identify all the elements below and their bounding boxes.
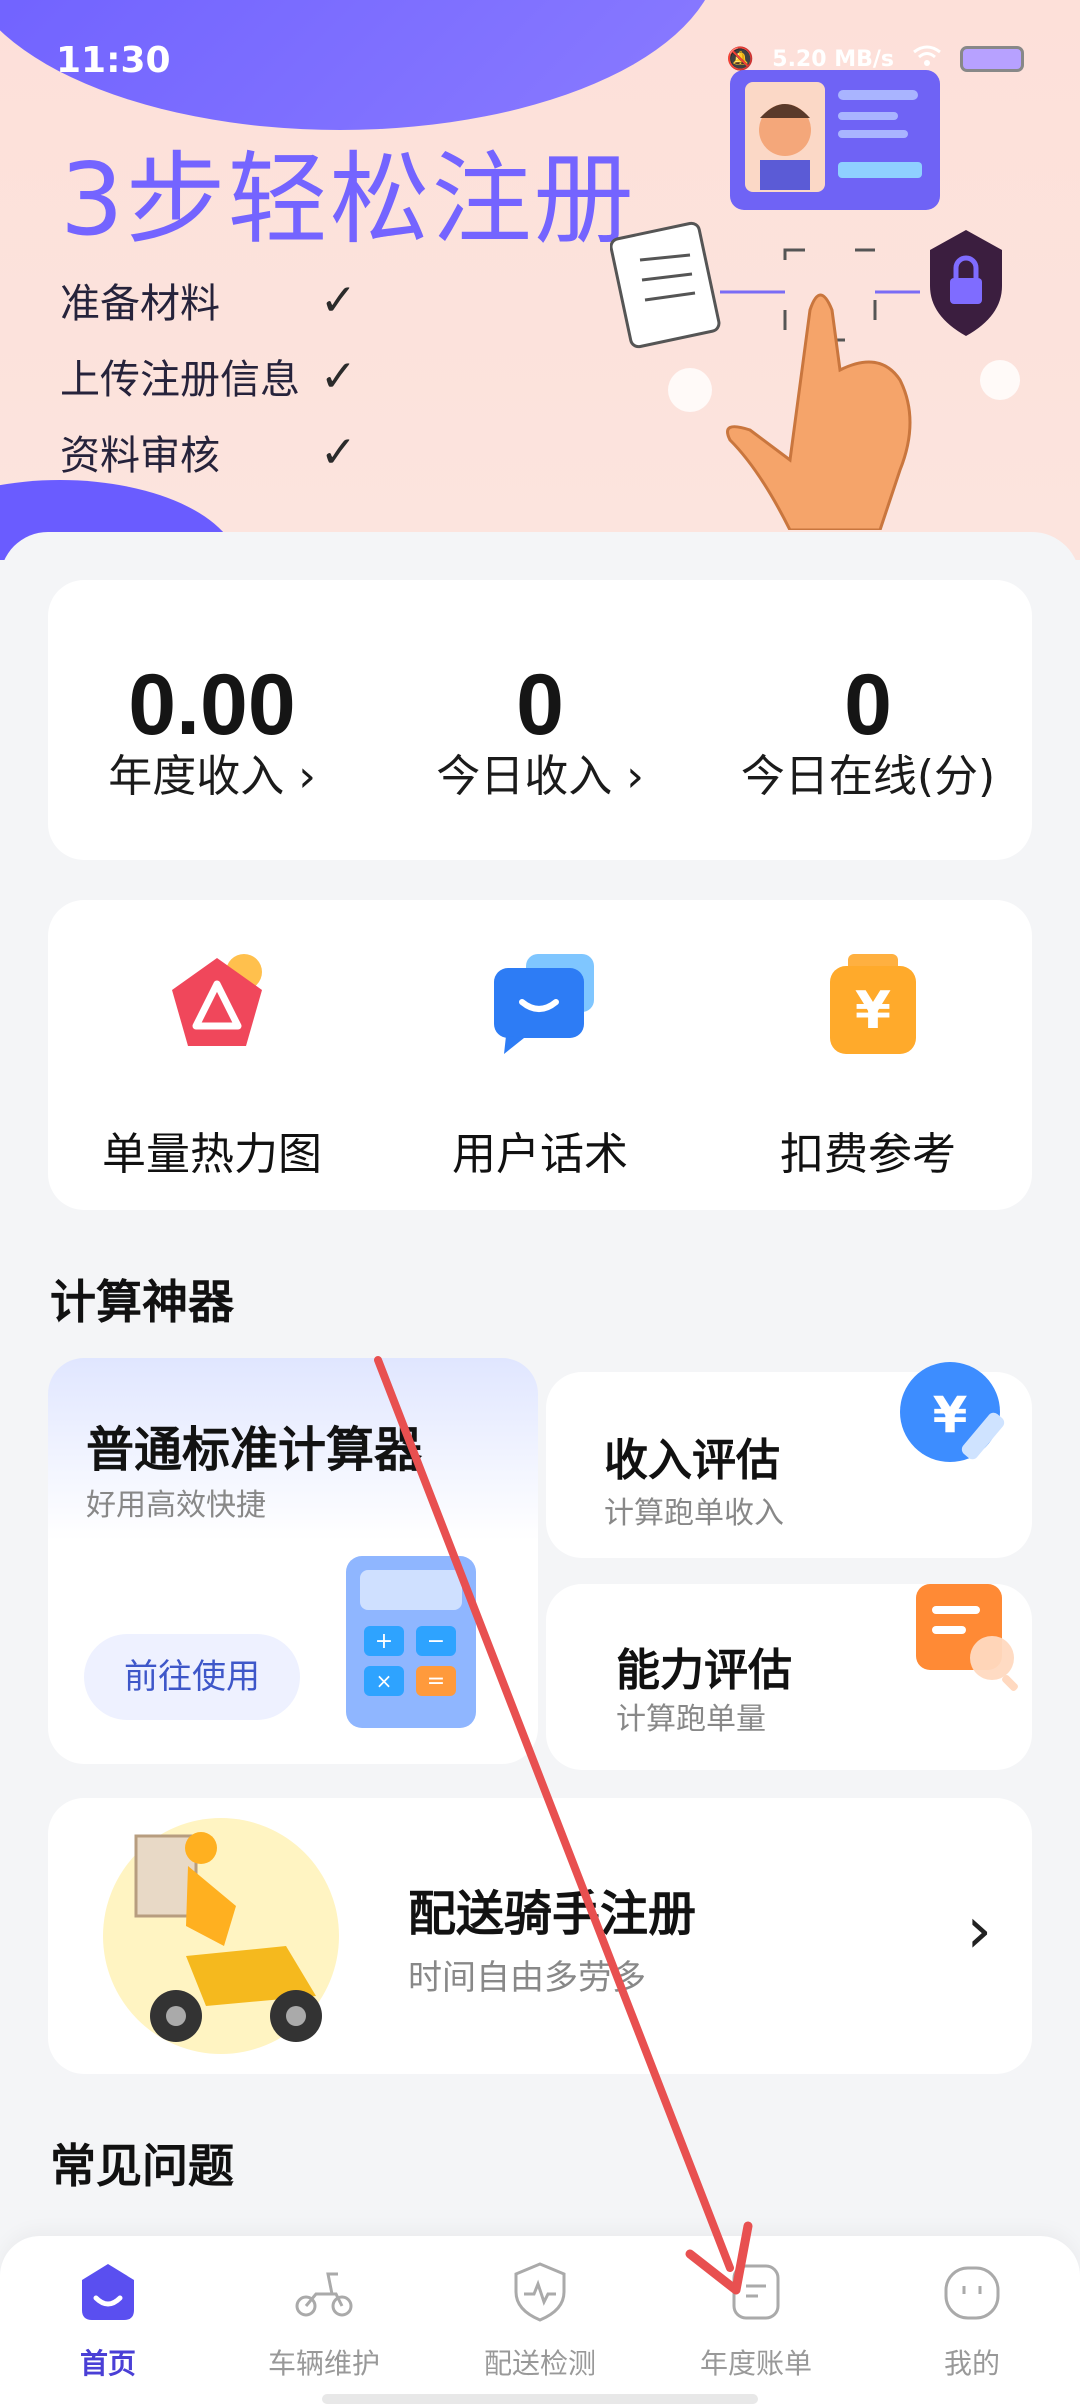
chevron-right-icon: › <box>966 1894 992 1968</box>
today-online-stat: 0 今日在线(分) <box>704 580 1032 860</box>
svg-text:+: + <box>375 1629 393 1654</box>
svg-text:×: × <box>376 1669 393 1693</box>
tab-label: 首页 <box>79 2347 136 2380</box>
calculator-icon: + − × = <box>346 1556 476 1728</box>
tab-label: 配送检测 <box>483 2347 596 2380</box>
home-indicator[interactable] <box>322 2394 758 2404</box>
check-icon: ✓ <box>320 350 357 402</box>
tools-card: 单量热力图 用户话术 ¥ 扣费参考 <box>48 900 1032 1210</box>
tool-user-scripts[interactable]: 用户话术 <box>376 900 704 1210</box>
report-search-icon <box>916 1584 1018 1691</box>
shield-pulse-icon <box>514 2262 566 2322</box>
tab-home[interactable]: 首页 <box>0 2260 216 2380</box>
stat-label: 今日收入 › <box>436 751 644 802</box>
svg-text:¥: ¥ <box>855 981 891 1041</box>
step-item: 上传注册信息 ✓ <box>60 338 357 414</box>
check-icon: ✓ <box>320 274 357 326</box>
registration-illustration <box>610 70 1020 530</box>
standard-calculator-card[interactable]: 普通标准计算器 好用高效快捷 前往使用 + − × = <box>48 1358 538 1764</box>
stats-card: 0.00 年度收入 › 0 今日收入 › 0 今日在线(分) <box>48 580 1032 860</box>
step-item: 准备材料 ✓ <box>60 262 357 338</box>
calc-title: 普通标准计算器 <box>86 1422 423 1478</box>
hero-banner[interactable]: 11:30 🔕 5.20 MB/s 3步轻松注册 准备材料 ✓ 上传注册信息 ✓… <box>0 0 1080 560</box>
step-item: 资料审核 ✓ <box>60 414 357 490</box>
rider-subtitle: 时间自由多劳多 <box>408 1958 646 1998</box>
rider-title: 配送骑手注册 <box>408 1886 697 1942</box>
svg-text:−: − <box>427 1629 445 1654</box>
tab-label: 我的 <box>943 2347 1000 2380</box>
check-icon: ✓ <box>320 426 357 478</box>
stat-label: 年度收入 › <box>108 751 316 802</box>
heatmap-icon <box>172 954 262 1046</box>
section-title-faq: 常见问题 <box>50 2139 234 2193</box>
ability-estimate-card[interactable]: 能力评估 计算跑单量 <box>546 1584 1032 1770</box>
step-label: 资料审核 <box>60 433 220 479</box>
home-face-icon <box>82 2264 134 2320</box>
calc-subtitle: 好用高效快捷 <box>86 1488 266 1523</box>
tab-annual-bill[interactable]: 年度账单 <box>648 2260 864 2380</box>
tool-label: 单量热力图 <box>102 1129 322 1180</box>
calc-title: 收入评估 <box>604 1435 780 1486</box>
section-title-calculators: 计算神器 <box>50 1275 234 1329</box>
bottom-tab-bar: 首页 车辆维护 配送检测 年度账单 我的 <box>0 2236 1080 2408</box>
tab-label: 年度账单 <box>699 2347 812 2380</box>
tool-label: 扣费参考 <box>780 1129 956 1180</box>
tool-heatmap[interactable]: 单量热力图 <box>48 900 376 1210</box>
svg-text:=: = <box>427 1669 445 1694</box>
tab-label: 车辆维护 <box>267 2347 380 2380</box>
chat-bubble-icon <box>494 954 594 1054</box>
yuan-coin-icon: ¥ <box>900 1362 1005 1462</box>
calc-subtitle: 计算跑单量 <box>616 1702 766 1737</box>
today-income-stat[interactable]: 0 今日收入 › <box>376 580 704 860</box>
tab-delivery-check[interactable]: 配送检测 <box>432 2260 648 2380</box>
step-label: 准备材料 <box>60 281 220 327</box>
register-steps: 准备材料 ✓ 上传注册信息 ✓ 资料审核 ✓ <box>60 262 357 490</box>
tool-fee-reference[interactable]: ¥ 扣费参考 <box>704 900 1032 1210</box>
hero-title: 3步轻松注册 <box>60 141 636 258</box>
income-estimate-card[interactable]: 收入评估 计算跑单收入 ¥ <box>546 1362 1032 1558</box>
step-label: 上传注册信息 <box>60 357 300 403</box>
annual-income-stat[interactable]: 0.00 年度收入 › <box>48 580 376 860</box>
calc-title: 能力评估 <box>616 1645 792 1696</box>
profile-face-icon <box>944 2266 1000 2320</box>
stat-label: 今日在线(分) <box>740 751 996 802</box>
status-time: 11:30 <box>56 40 171 81</box>
rider-scooter-illustration <box>103 1818 339 2054</box>
svg-text:¥: ¥ <box>933 1386 968 1444</box>
scooter-icon <box>295 2272 353 2317</box>
yuan-tag-icon: ¥ <box>830 954 916 1054</box>
calc-subtitle: 计算跑单收入 <box>604 1496 784 1531</box>
tool-label: 用户话术 <box>452 1129 628 1180</box>
go-use-button[interactable]: 前往使用 <box>84 1634 300 1720</box>
tab-vehicle-maintenance[interactable]: 车辆维护 <box>216 2260 432 2380</box>
bill-icon <box>732 2264 780 2320</box>
tab-profile[interactable]: 我的 <box>864 2260 1080 2380</box>
rider-registration-card[interactable]: 配送骑手注册 时间自由多劳多 › <box>48 1798 1032 2074</box>
